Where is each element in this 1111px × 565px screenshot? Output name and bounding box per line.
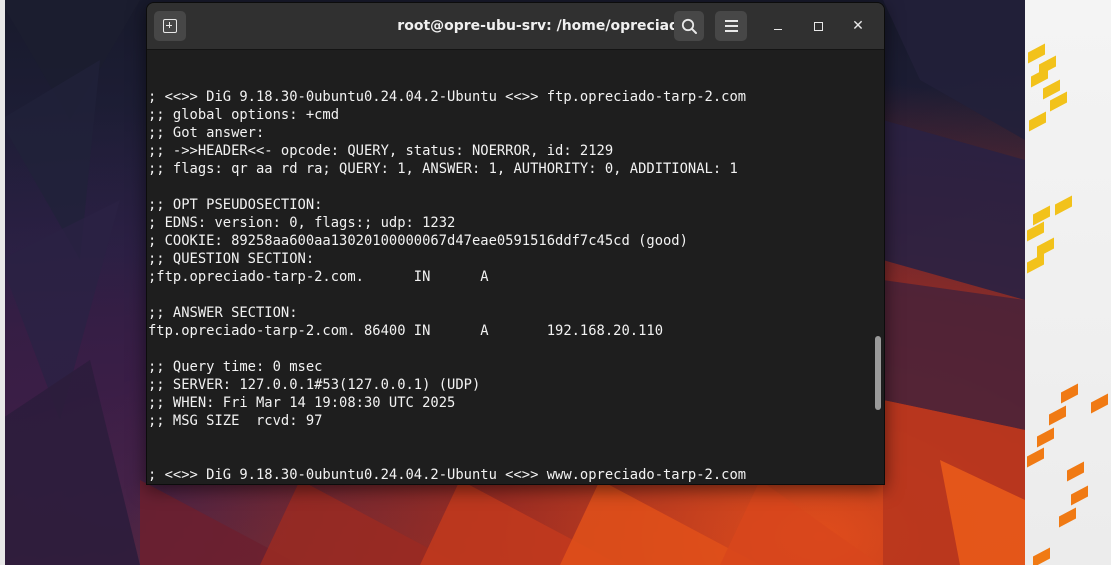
- terminal-line: ;; global options: +cmd: [148, 107, 340, 123]
- terminal-line: ;; Query time: 0 msec: [148, 359, 323, 375]
- terminal-lines: ; <<>> DiG 9.18.30-0ubuntu0.24.04.2-Ubun…: [148, 88, 746, 484]
- terminal-line: ;; SERVER: 127.0.0.1#53(127.0.0.1) (UDP): [148, 377, 481, 393]
- new-tab-button[interactable]: [154, 11, 186, 41]
- terminal-line: ;ftp.opreciado-tarp-2.com. IN A: [148, 269, 489, 285]
- decor-tile: [1033, 547, 1050, 565]
- terminal-line: ;; ANSWER SECTION:: [148, 305, 298, 321]
- scrollbar-thumb[interactable]: [875, 336, 881, 410]
- terminal-line: ; COOKIE: 89258aa600aa13020100000067d47e…: [148, 233, 688, 249]
- close-icon: ✕: [852, 18, 864, 34]
- terminal-window[interactable]: root@opre-ubu-srv: /home/opreciado ✕ ; <…: [146, 2, 885, 485]
- decor-tile: [1055, 195, 1072, 216]
- screen-left-edge: [0, 0, 5, 565]
- terminal-line: ; EDNS: version: 0, flags:; udp: 1232: [148, 215, 456, 231]
- decor-tile: [1031, 67, 1048, 88]
- terminal-line: ftp.opreciado-tarp-2.com. 86400 IN A 192…: [148, 323, 663, 339]
- maximize-button[interactable]: [806, 14, 830, 38]
- window-titlebar[interactable]: root@opre-ubu-srv: /home/opreciado ✕: [147, 3, 884, 50]
- decor-tile: [1091, 393, 1108, 414]
- new-tab-icon: [163, 19, 177, 33]
- decor-tile: [1028, 43, 1045, 64]
- terminal-scrollbar[interactable]: [872, 50, 884, 484]
- background-window-edge: [1025, 0, 1111, 565]
- decor-tile: [1059, 507, 1076, 528]
- minimize-icon: [774, 28, 782, 31]
- terminal-line: ;; ->>HEADER<<- opcode: QUERY, status: N…: [148, 143, 614, 159]
- terminal-line: ;; Got answer:: [148, 125, 265, 141]
- maximize-icon: [813, 21, 823, 31]
- terminal-line: ;; WHEN: Fri Mar 14 19:08:30 UTC 2025: [148, 395, 456, 411]
- decor-tile: [1029, 111, 1046, 132]
- hamburger-menu-icon: [724, 19, 738, 33]
- search-icon: [681, 18, 697, 34]
- decor-tile: [1037, 427, 1054, 448]
- decor-tile: [1050, 91, 1067, 112]
- decor-tile: [1071, 485, 1088, 506]
- terminal-line: ;; MSG SIZE rcvd: 97: [148, 413, 323, 429]
- terminal-line: ; <<>> DiG 9.18.30-0ubuntu0.24.04.2-Ubun…: [148, 467, 747, 483]
- terminal-line: ; <<>> DiG 9.18.30-0ubuntu0.24.04.2-Ubun…: [148, 89, 747, 105]
- decor-tile: [1027, 447, 1044, 468]
- decor-tile: [1027, 253, 1044, 274]
- close-button[interactable]: ✕: [846, 14, 870, 38]
- decor-tile: [1061, 383, 1078, 404]
- minimize-button[interactable]: [766, 14, 790, 38]
- terminal-line: ;; QUESTION SECTION:: [148, 251, 315, 267]
- decor-tile: [1027, 221, 1044, 242]
- terminal-output[interactable]: ; <<>> DiG 9.18.30-0ubuntu0.24.04.2-Ubun…: [147, 50, 872, 484]
- terminal-line: ;; OPT PSEUDOSECTION:: [148, 197, 323, 213]
- menu-button[interactable]: [715, 11, 747, 41]
- decor-tile: [1067, 461, 1084, 482]
- search-button[interactable]: [674, 11, 704, 41]
- terminal-line: ;; flags: qr aa rd ra; QUERY: 1, ANSWER:…: [148, 161, 738, 177]
- decor-tile: [1049, 405, 1066, 426]
